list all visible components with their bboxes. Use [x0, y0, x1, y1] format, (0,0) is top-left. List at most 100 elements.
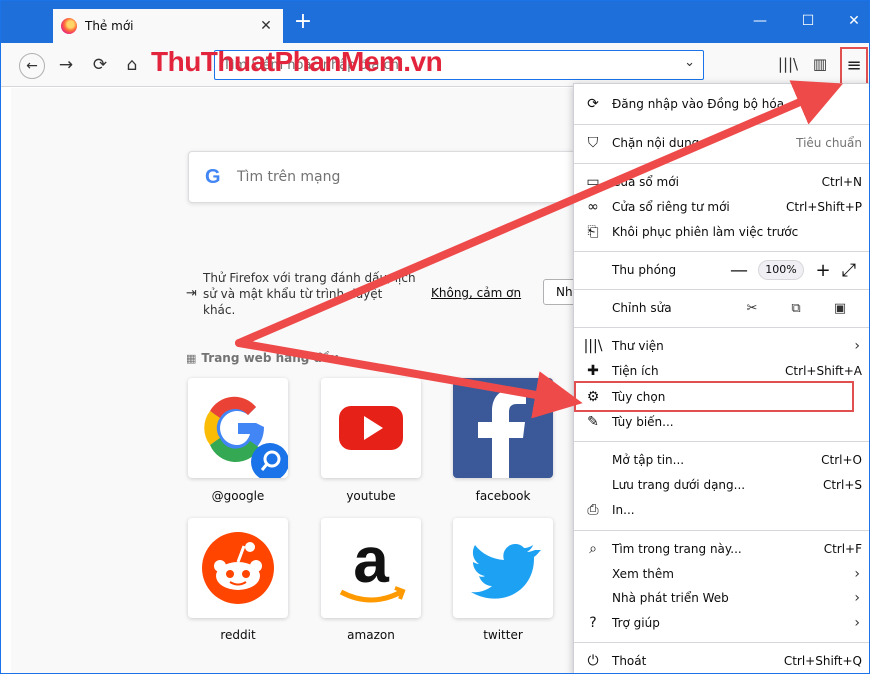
import-icon: ⇥	[186, 286, 197, 301]
google-logo-icon	[204, 396, 288, 478]
menu-item-print[interactable]: ⎙ In...	[574, 498, 869, 522]
puzzle-icon: ✚	[587, 363, 599, 379]
amazon-logo-icon: a	[339, 524, 406, 603]
tab-new-tab[interactable]: Thẻ mới ✕	[53, 9, 283, 43]
app-menu-panel: ⟳ Đăng nhập vào Đồng bộ hóa ⛉ Chặn nội d…	[573, 83, 869, 673]
menu-item-private-window[interactable]: ∞ Cửa sổ riêng tư mới Ctrl+Shift+P	[574, 195, 869, 219]
fullscreen-icon[interactable]: ⤢	[836, 260, 862, 281]
search-icon: ⌕	[589, 541, 597, 557]
edit-controls: ✂ ⧉ ▣	[730, 301, 869, 316]
menu-item-addons[interactable]: ✚ Tiện ích Ctrl+Shift+A	[574, 359, 869, 383]
tile-label-youtube: youtube	[346, 489, 396, 503]
menu-separator	[574, 124, 869, 125]
tile-label-twitter: twitter	[483, 628, 523, 642]
menu-separator	[574, 327, 869, 328]
menu-item-save-page[interactable]: Lưu trang dưới dạng... Ctrl+S	[574, 473, 869, 497]
library-icon[interactable]: |||\	[776, 55, 800, 77]
tile-label-amazon: amazon	[347, 628, 395, 642]
maximize-button[interactable]: ☐	[793, 13, 823, 29]
paste-icon[interactable]: ▣	[818, 301, 862, 316]
tile-label-reddit: reddit	[220, 628, 256, 642]
zoom-reset-button[interactable]: 100%	[758, 260, 804, 280]
menu-item-find[interactable]: ⌕ Tìm trong trang này... Ctrl+F	[574, 537, 869, 561]
sync-icon: ⟳	[587, 96, 599, 112]
chevron-right-icon: ›	[854, 566, 860, 582]
menu-item-web-developer[interactable]: Nhà phát triển Web ›	[574, 586, 869, 610]
top-site-google[interactable]	[188, 378, 288, 478]
import-dismiss-link[interactable]: Không, cảm ơn	[431, 286, 521, 300]
menu-item-help[interactable]: ? Trợ giúp ›	[574, 611, 869, 635]
menu-item-content-blocking[interactable]: ⛉ Chặn nội dung Tiêu chuẩn	[574, 131, 869, 155]
menu-separator	[574, 642, 869, 643]
import-message: Thử Firefox với trang đánh dấu, lịch sử …	[203, 271, 416, 317]
chevron-right-icon: ›	[854, 590, 860, 606]
menu-separator	[574, 251, 869, 252]
menu-item-quit[interactable]: ⏻ Thoát Ctrl+Shift+Q	[574, 649, 869, 673]
shield-icon: ⛉	[587, 135, 599, 151]
chevron-right-icon: ›	[854, 615, 860, 631]
library-icon: |||\	[583, 338, 603, 354]
svg-text:a: a	[353, 524, 389, 596]
chevron-right-icon: ›	[854, 338, 860, 354]
search-placeholder: Tìm trên mạng	[237, 169, 341, 185]
browser-window: Thẻ mới ✕ + — ☐ ✕ ← → ⟳ ⌂ ⌄ ThuThuatPhan…	[0, 0, 870, 674]
facebook-logo-icon	[478, 389, 526, 478]
menu-item-library[interactable]: |||\ Thư viện ›	[574, 334, 869, 358]
home-button[interactable]: ⌂	[119, 53, 145, 79]
top-sites-header[interactable]: ▦ Trang web hàng đầu ⌄	[186, 351, 353, 365]
menu-item-open-file[interactable]: Mở tập tin... Ctrl+O	[574, 448, 869, 472]
back-button[interactable]: ←	[19, 53, 45, 79]
tab-strip: Thẻ mới ✕ + — ☐ ✕	[1, 1, 869, 43]
paintbrush-icon: ✎	[587, 414, 599, 430]
menu-item-new-window[interactable]: ▭ Cửa sổ mới Ctrl+N	[574, 170, 869, 194]
forward-button[interactable]: →	[53, 53, 79, 79]
options-highlight-box	[574, 381, 854, 412]
reddit-logo-icon	[202, 532, 274, 604]
menu-item-edit: Chỉnh sửa ✂ ⧉ ▣	[574, 296, 869, 320]
top-site-amazon[interactable]: a	[321, 518, 421, 618]
tile-label-google: @google	[211, 489, 265, 503]
url-dropdown-icon[interactable]: ⌄	[684, 55, 695, 70]
grid-icon: ▦	[186, 352, 197, 365]
navigation-toolbar: ← → ⟳ ⌂ ⌄ ThuThuatPhanMem.vn |||\ ▥ ≡	[1, 43, 869, 87]
menu-item-sync[interactable]: ⟳ Đăng nhập vào Đồng bộ hóa	[574, 92, 869, 116]
address-input[interactable]	[223, 56, 663, 74]
menu-item-more[interactable]: Xem thêm ›	[574, 562, 869, 586]
printer-icon: ⎙	[587, 502, 599, 518]
copy-icon[interactable]: ⧉	[774, 301, 818, 316]
private-mask-icon: ∞	[587, 199, 599, 215]
menu-item-customize[interactable]: ✎ Tùy biến...	[574, 410, 869, 434]
top-site-youtube[interactable]	[321, 378, 421, 478]
top-site-facebook[interactable]	[453, 378, 553, 478]
twitter-logo-icon	[471, 544, 541, 599]
tab-close-icon[interactable]: ✕	[257, 18, 275, 34]
reload-button[interactable]: ⟳	[87, 53, 113, 79]
web-search-box[interactable]: G Tìm trên mạng	[188, 151, 588, 203]
cut-icon[interactable]: ✂	[730, 301, 774, 316]
new-window-icon: ▭	[586, 174, 600, 190]
menu-separator	[574, 289, 869, 290]
window-close-button[interactable]: ✕	[839, 13, 869, 29]
open-menu-button[interactable]: ≡	[840, 47, 868, 85]
restore-session-icon: ⎗	[587, 224, 599, 240]
help-icon: ?	[589, 615, 597, 631]
menu-separator	[574, 530, 869, 531]
top-site-reddit[interactable]	[188, 518, 288, 618]
youtube-logo-icon	[339, 406, 403, 450]
zoom-in-button[interactable]: +	[810, 260, 836, 281]
url-bar[interactable]: ⌄	[214, 50, 704, 80]
top-site-twitter[interactable]	[453, 518, 553, 618]
menu-separator	[574, 441, 869, 442]
sidebar-icon[interactable]: ▥	[808, 55, 832, 77]
tile-label-facebook: facebook	[475, 489, 531, 503]
tab-title: Thẻ mới	[85, 19, 134, 33]
zoom-out-button[interactable]: —	[726, 260, 752, 281]
firefox-icon	[61, 18, 77, 34]
minimize-button[interactable]: —	[745, 13, 775, 29]
new-tab-button[interactable]: +	[291, 11, 315, 35]
menu-item-zoom: Thu phóng — 100% + ⤢	[574, 258, 869, 282]
power-icon: ⏻	[587, 653, 599, 669]
menu-item-restore-session[interactable]: ⎗ Khôi phục phiên làm việc trước	[574, 220, 869, 244]
google-icon: G	[205, 166, 221, 188]
zoom-controls: — 100% + ⤢	[726, 260, 869, 281]
